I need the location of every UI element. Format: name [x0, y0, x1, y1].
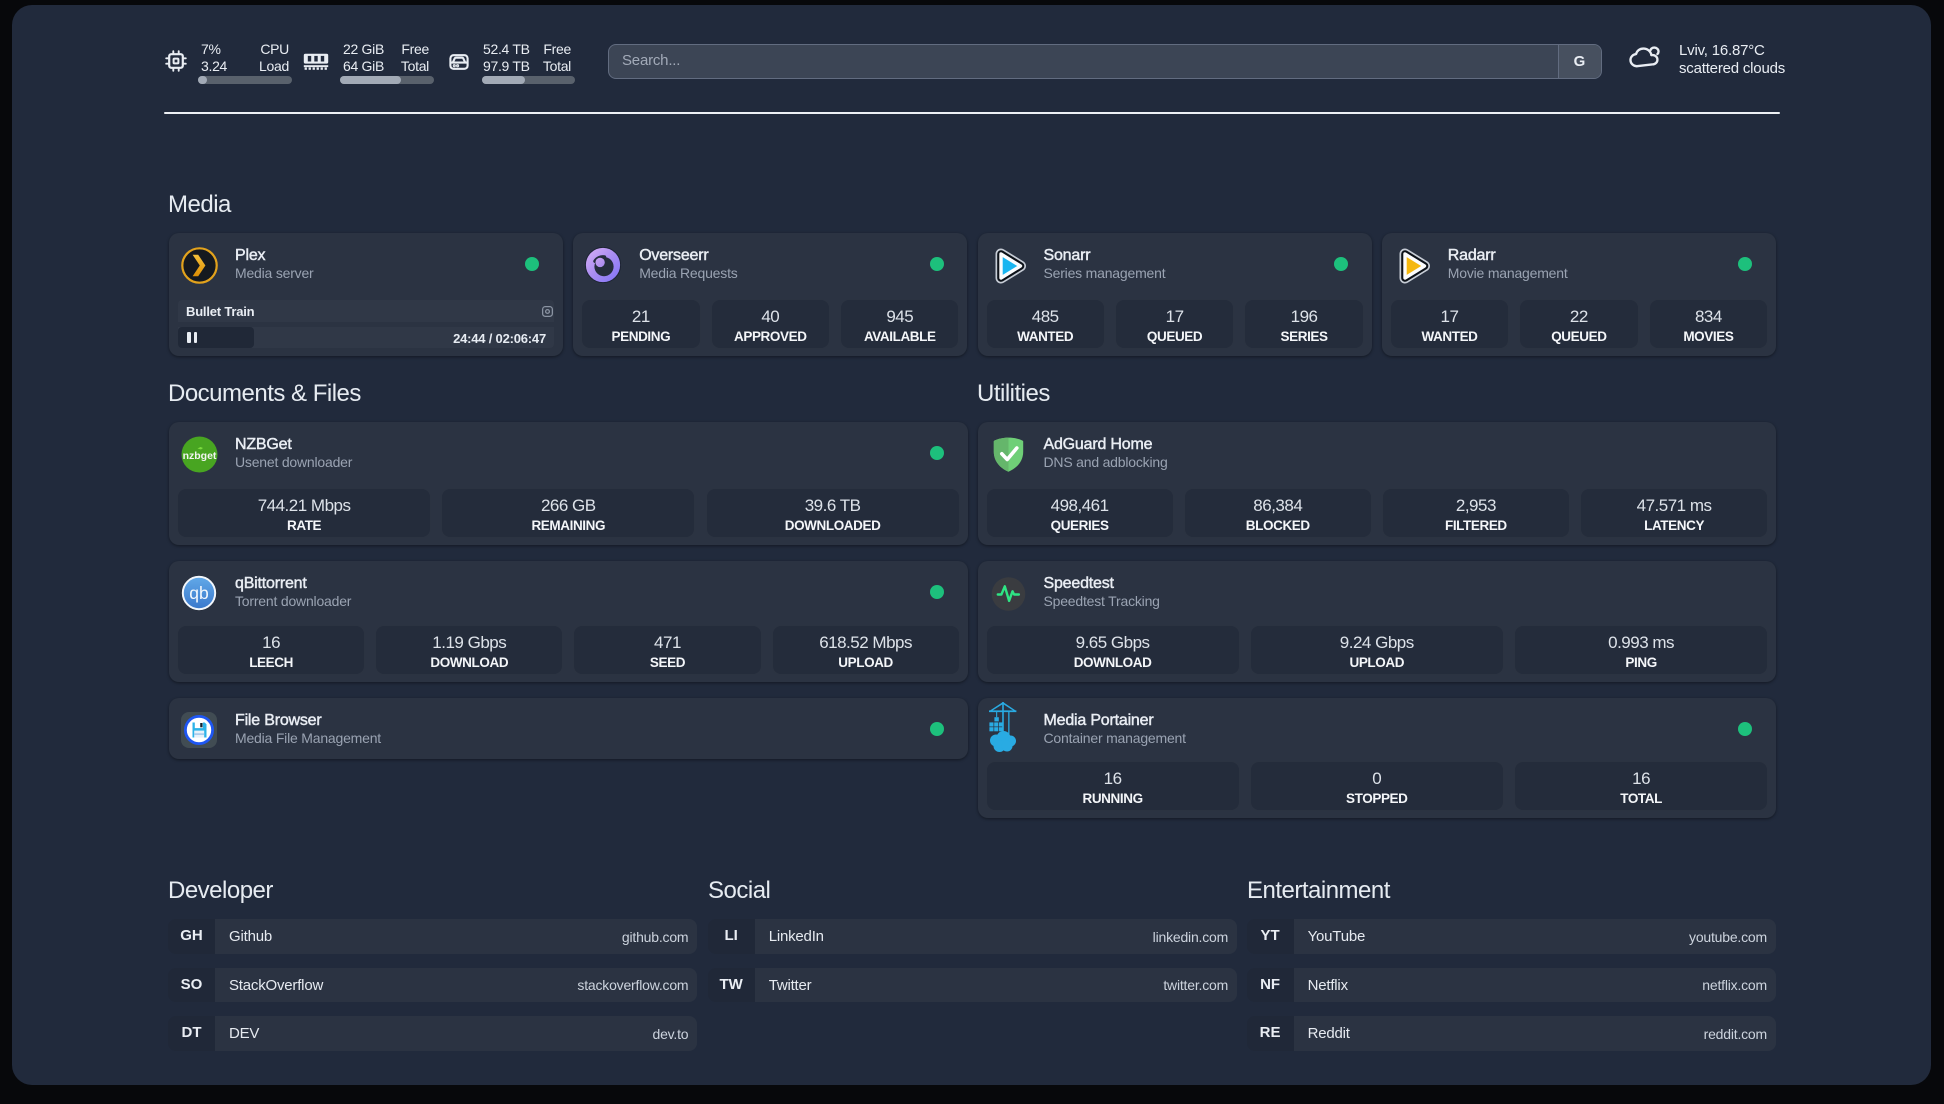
- svg-text:nzbget: nzbget: [183, 450, 217, 462]
- svg-text:qb: qb: [189, 583, 208, 603]
